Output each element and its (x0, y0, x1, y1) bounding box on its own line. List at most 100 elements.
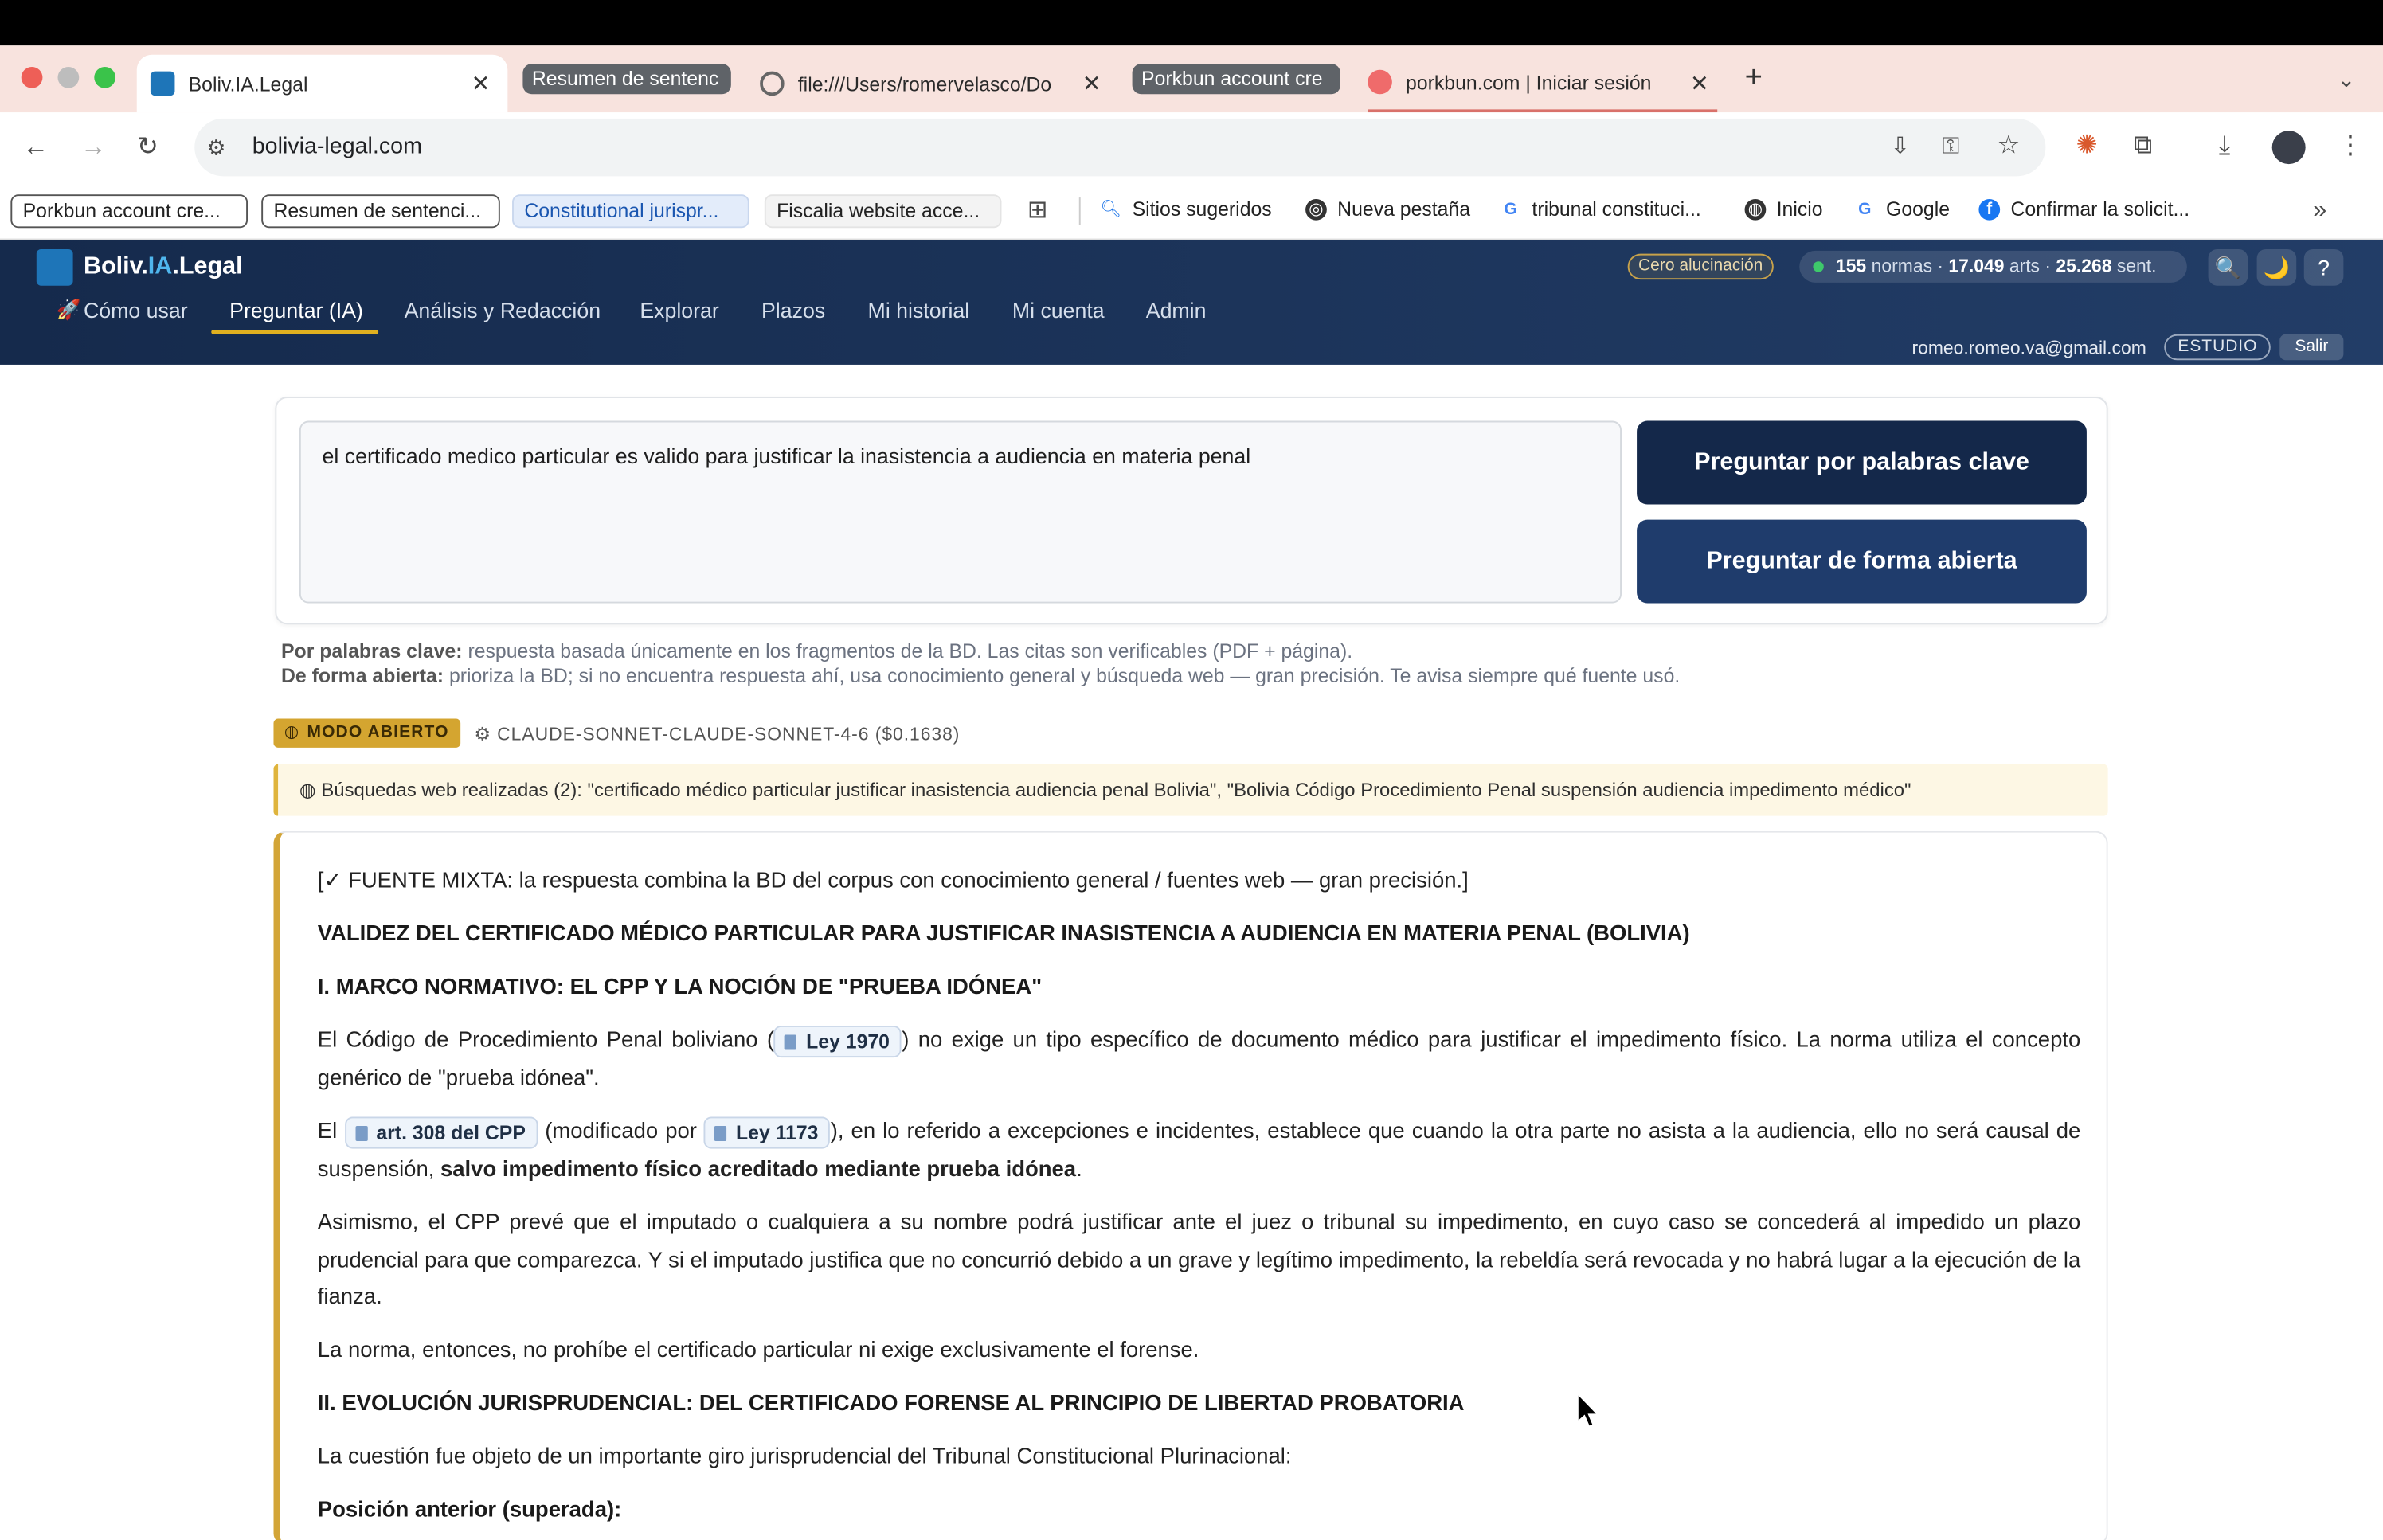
bookmark-label: Nueva pestaña (1337, 197, 1471, 221)
bookmark-label: Google (1886, 197, 1951, 221)
bookmark-star-icon[interactable]: ☆ (1997, 131, 2020, 161)
close-tab-icon[interactable]: ✕ (1082, 70, 1102, 97)
main-content: el certificado medico particular es vali… (0, 364, 2383, 1540)
bookmark-group-fiscalia[interactable]: Fiscalia website acce... (764, 194, 1002, 229)
robot-icon: ⚙ (474, 723, 491, 745)
help-button[interactable]: ? (2303, 248, 2344, 286)
answer-card: [✓ FUENTE MIXTA: la respuesta combina la… (273, 831, 2108, 1540)
book-icon (785, 1034, 797, 1049)
question-card: el certificado medico particular es vali… (275, 397, 2108, 625)
extensions-puzzle-icon[interactable]: ⧉ (2134, 131, 2152, 161)
new-tab-button[interactable]: + (1745, 62, 1763, 92)
help-keywords: Por palabras clave: respuesta basada úni… (281, 639, 1352, 663)
claude-extension-icon[interactable]: ✺ (2076, 131, 2098, 161)
nav-preguntar-ia[interactable]: Preguntar (IA) (229, 298, 363, 322)
nav-admin[interactable]: Admin (1146, 298, 1207, 322)
help-open-label: De forma abierta: (281, 663, 444, 687)
back-icon[interactable]: ← (23, 132, 49, 162)
citation-ley-1173[interactable]: Ley 1173 (703, 1116, 831, 1149)
bookmark-group-constitutional[interactable]: Constitutional jurispr... (512, 194, 749, 229)
bookmark-google[interactable]: G Google (1853, 197, 1951, 221)
globe-icon: ◍ (284, 723, 300, 742)
close-tab-icon[interactable]: ✕ (1690, 70, 1709, 97)
bookmark-confirmar[interactable]: f Confirmar la solicit... (1978, 197, 2189, 221)
bookmark-nueva-pestana[interactable]: ◎ Nueva pestaña (1305, 197, 1470, 221)
address-bar[interactable]: ⚙ bolivia-legal.com ⇩ ⚿ ☆ (194, 118, 2046, 177)
browser-menu-icon[interactable]: ⋮ (2338, 131, 2363, 161)
logo-text-ia: IA (147, 253, 173, 280)
google-icon: G (1853, 198, 1876, 220)
minimize-window-button[interactable] (57, 66, 80, 88)
active-nav-indicator (211, 330, 379, 334)
nav-explorar[interactable]: Explorar (640, 298, 718, 322)
downloads-icon[interactable]: ⤓ (2219, 131, 2230, 161)
paragraph-2-bold: salvo impedimento físico acreditado medi… (440, 1157, 1077, 1182)
logout-button[interactable]: Salir (2279, 334, 2344, 361)
bookmarks-bar: Porkbun account cre... Resumen de senten… (0, 182, 2383, 240)
mode-badge: ◍ MODO ABIERTO (273, 718, 461, 748)
nav-analisis-redaccion[interactable]: Análisis y Redacción (405, 298, 601, 322)
bookmarks-divider (1078, 197, 1081, 225)
tab-bolivia-legal[interactable]: Boliv.IA.Legal ✕ (136, 54, 508, 113)
app-header: Boliv. IA .Legal 🚀 Cómo usar Preguntar (IA… (0, 240, 2383, 365)
logo-text-pre: Boliv. (83, 253, 148, 280)
profile-avatar[interactable] (2271, 131, 2306, 165)
stat-separator: · (2045, 255, 2052, 277)
apps-grid-icon[interactable]: ⊞ (1027, 196, 1048, 226)
paragraph-2-end: . (1076, 1157, 1082, 1182)
header-search-button[interactable]: 🔍 (2208, 248, 2248, 286)
nav-mi-cuenta[interactable]: Mi cuenta (1012, 298, 1105, 322)
site-settings-icon[interactable]: ⚙ (207, 132, 226, 162)
citation-ley-1970[interactable]: Ley 1970 (774, 1025, 902, 1057)
nav-mi-historial[interactable]: Mi historial (868, 298, 970, 322)
close-window-button[interactable] (21, 66, 43, 88)
install-app-icon[interactable]: ⇩ (1891, 132, 1910, 162)
stat-normas-count: 155 (1836, 255, 1867, 277)
logo-icon (36, 248, 73, 286)
tab-group-porkbun[interactable]: Porkbun account cre (1132, 64, 1340, 95)
paragraph-2-text-a: El (317, 1120, 338, 1144)
bookmark-inicio[interactable]: ◍ Inicio (1744, 197, 1823, 221)
nav-como-usar[interactable]: Cómo usar (84, 298, 188, 322)
bookmark-label: Confirmar la solicit... (2010, 197, 2190, 221)
help-open: De forma abierta: prioriza la BD; si no … (281, 664, 1680, 687)
app-logo[interactable]: Boliv. IA .Legal (36, 248, 243, 286)
bookmark-tribunal[interactable]: Gtribunal constituci... (1500, 197, 1701, 221)
stat-arts-label: arts (2009, 255, 2041, 277)
stat-sent-label: sent. (2116, 255, 2157, 277)
globe-icon: ◍ (299, 779, 316, 801)
bookmark-group-resumen[interactable]: Resumen de sentenci... (261, 194, 500, 229)
password-key-icon[interactable]: ⚿ (1943, 132, 1960, 162)
help-open-text: prioriza la BD; si no encuentra respuest… (448, 663, 1681, 687)
tab-file[interactable]: file:///Users/romervelasco/Do ✕ (760, 55, 1117, 113)
ask-open-button[interactable]: Preguntar de forma abierta (1637, 519, 2087, 604)
status-dot-icon (1813, 261, 1824, 272)
stat-sent-count: 25.268 (2056, 255, 2112, 277)
paragraph-1-text-a: El Código de Procedimiento Penal bolivia… (317, 1028, 775, 1053)
bookmark-group-porkbun[interactable]: Porkbun account cre... (10, 194, 248, 229)
tab-search-chevron-icon[interactable]: ⌄ (2338, 64, 2355, 94)
tab-group-resumen[interactable]: Resumen de sentenc (522, 64, 731, 95)
browser-toolbar: ← → ↻ ⚙ bolivia-legal.com ⇩ ⚿ ☆ ✺ ⧉ ⤓ ⋮ (0, 112, 2383, 182)
paragraph-3: Asimismo, el CPP prevé que el imputado o… (317, 1210, 2081, 1310)
stat-separator: · (1937, 255, 1944, 277)
tab-title: Boliv.IA.Legal (188, 72, 308, 96)
citation-label: Ley 1173 (736, 1120, 819, 1144)
search-icon: 🔍︎ (1100, 199, 1122, 218)
tab-strip: Boliv.IA.Legal ✕ Resumen de sentenc file… (0, 45, 2383, 113)
question-input[interactable]: el certificado medico particular es vali… (299, 420, 1622, 604)
citation-art-308[interactable]: art. 308 del CPP (344, 1116, 538, 1149)
zoom-window-button[interactable] (94, 66, 116, 88)
url-text[interactable]: bolivia-legal.com (252, 134, 422, 159)
nav-plazos[interactable]: Plazos (761, 298, 825, 322)
dark-mode-toggle[interactable]: 🌙 (2256, 248, 2297, 286)
close-tab-icon[interactable]: ✕ (472, 70, 491, 97)
google-icon: G (1500, 198, 1522, 220)
tab-porkbun-login[interactable]: porkbun.com | Iniciar sesión ✕ (1368, 55, 1718, 113)
reload-icon[interactable]: ↻ (137, 132, 158, 162)
bookmark-sitios-sugeridos[interactable]: 🔍︎ Sitios sugeridos (1101, 197, 1272, 221)
ask-keywords-button[interactable]: Preguntar por palabras clave (1637, 420, 2087, 505)
more-bookmarks-icon[interactable]: » (2313, 196, 2326, 226)
citation-label: Ley 1970 (806, 1030, 890, 1053)
forward-icon[interactable]: → (80, 132, 106, 162)
